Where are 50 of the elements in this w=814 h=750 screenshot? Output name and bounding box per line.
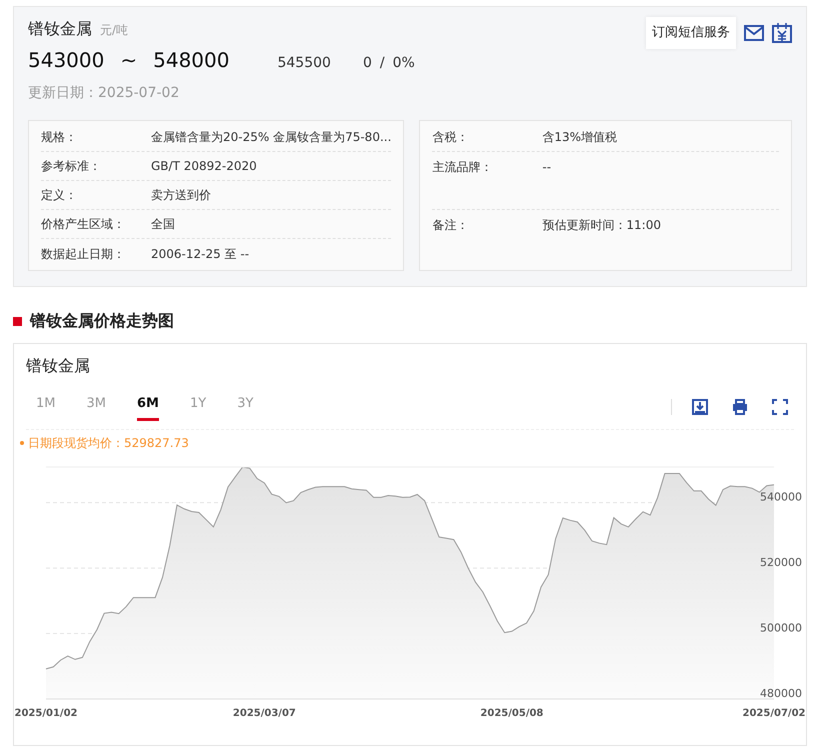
- average-note: 日期段现货均价：529827.73: [28, 434, 189, 452]
- spec-value: 全国: [151, 216, 175, 233]
- change-percent: 0%: [392, 54, 415, 73]
- x-tick-label: 2025/03/07: [232, 708, 296, 718]
- spec-value: 2006-12-25 至 --: [151, 246, 250, 262]
- spec-value: 预估更新时间：11:00: [542, 216, 661, 234]
- range-tab[interactable]: 6M: [137, 394, 159, 420]
- section-title: 镨钕金属价格走势图: [30, 310, 174, 332]
- spec-value: GB/T 20892-2020: [151, 158, 257, 175]
- y-tick-label: 540000: [760, 490, 802, 504]
- dot-icon: [20, 440, 24, 444]
- spec-value: 卖方送到价: [151, 187, 211, 204]
- y-tick-label: 480000: [760, 686, 802, 700]
- marker-icon: [13, 316, 22, 326]
- y-tick-label: 520000: [760, 556, 802, 569]
- range-tab[interactable]: 3Y: [237, 394, 254, 420]
- update-date: 更新日期：2025-07-02: [28, 84, 180, 103]
- range-separator: ~: [120, 47, 138, 74]
- spec-label: 规格：: [41, 129, 78, 146]
- subscribe-button[interactable]: 订阅短信服务: [646, 17, 736, 48]
- spec-label: 备注：: [432, 216, 470, 234]
- spec-label: 定义：: [41, 187, 78, 204]
- x-tick-label: 2025/07/02: [742, 708, 806, 718]
- x-tick-label: 2025/01/02: [14, 708, 78, 718]
- y-tick-label: 500000: [760, 621, 802, 634]
- spec-value: 金属镨含量为20-25% 金属钕含量为75-80...: [151, 129, 392, 146]
- spec-value: --: [542, 159, 552, 176]
- chart-title: 镨钕金属: [26, 355, 91, 377]
- fullscreen-icon[interactable]: [772, 399, 788, 416]
- product-title: 镨钕金属: [28, 18, 92, 40]
- calendar-yen-icon[interactable]: [772, 22, 792, 43]
- spec-value: 含13%增值税: [542, 129, 618, 146]
- mail-icon[interactable]: [744, 24, 764, 42]
- price-high: 548000: [153, 47, 230, 74]
- range-tab[interactable]: 3M: [86, 394, 106, 420]
- range-tab[interactable]: 1Y: [190, 394, 206, 420]
- unit-label: 元/吨: [100, 22, 128, 39]
- spec-label: 主流品牌：: [432, 159, 494, 176]
- x-tick-label: 2025/05/08: [480, 708, 544, 718]
- spec-label: 数据起止日期：: [41, 246, 126, 262]
- print-icon[interactable]: [732, 399, 748, 416]
- average-price: 545500: [277, 54, 331, 73]
- download-icon[interactable]: [692, 399, 708, 416]
- spec-label: 价格产生区域：: [41, 216, 126, 233]
- range-tab[interactable]: 1M: [36, 394, 56, 420]
- price-low: 543000: [28, 47, 104, 74]
- change-separator: /: [380, 54, 385, 73]
- spec-label: 含税：: [432, 129, 470, 146]
- price-change: 0: [362, 54, 372, 73]
- spec-label: 参考标准：: [41, 158, 102, 175]
